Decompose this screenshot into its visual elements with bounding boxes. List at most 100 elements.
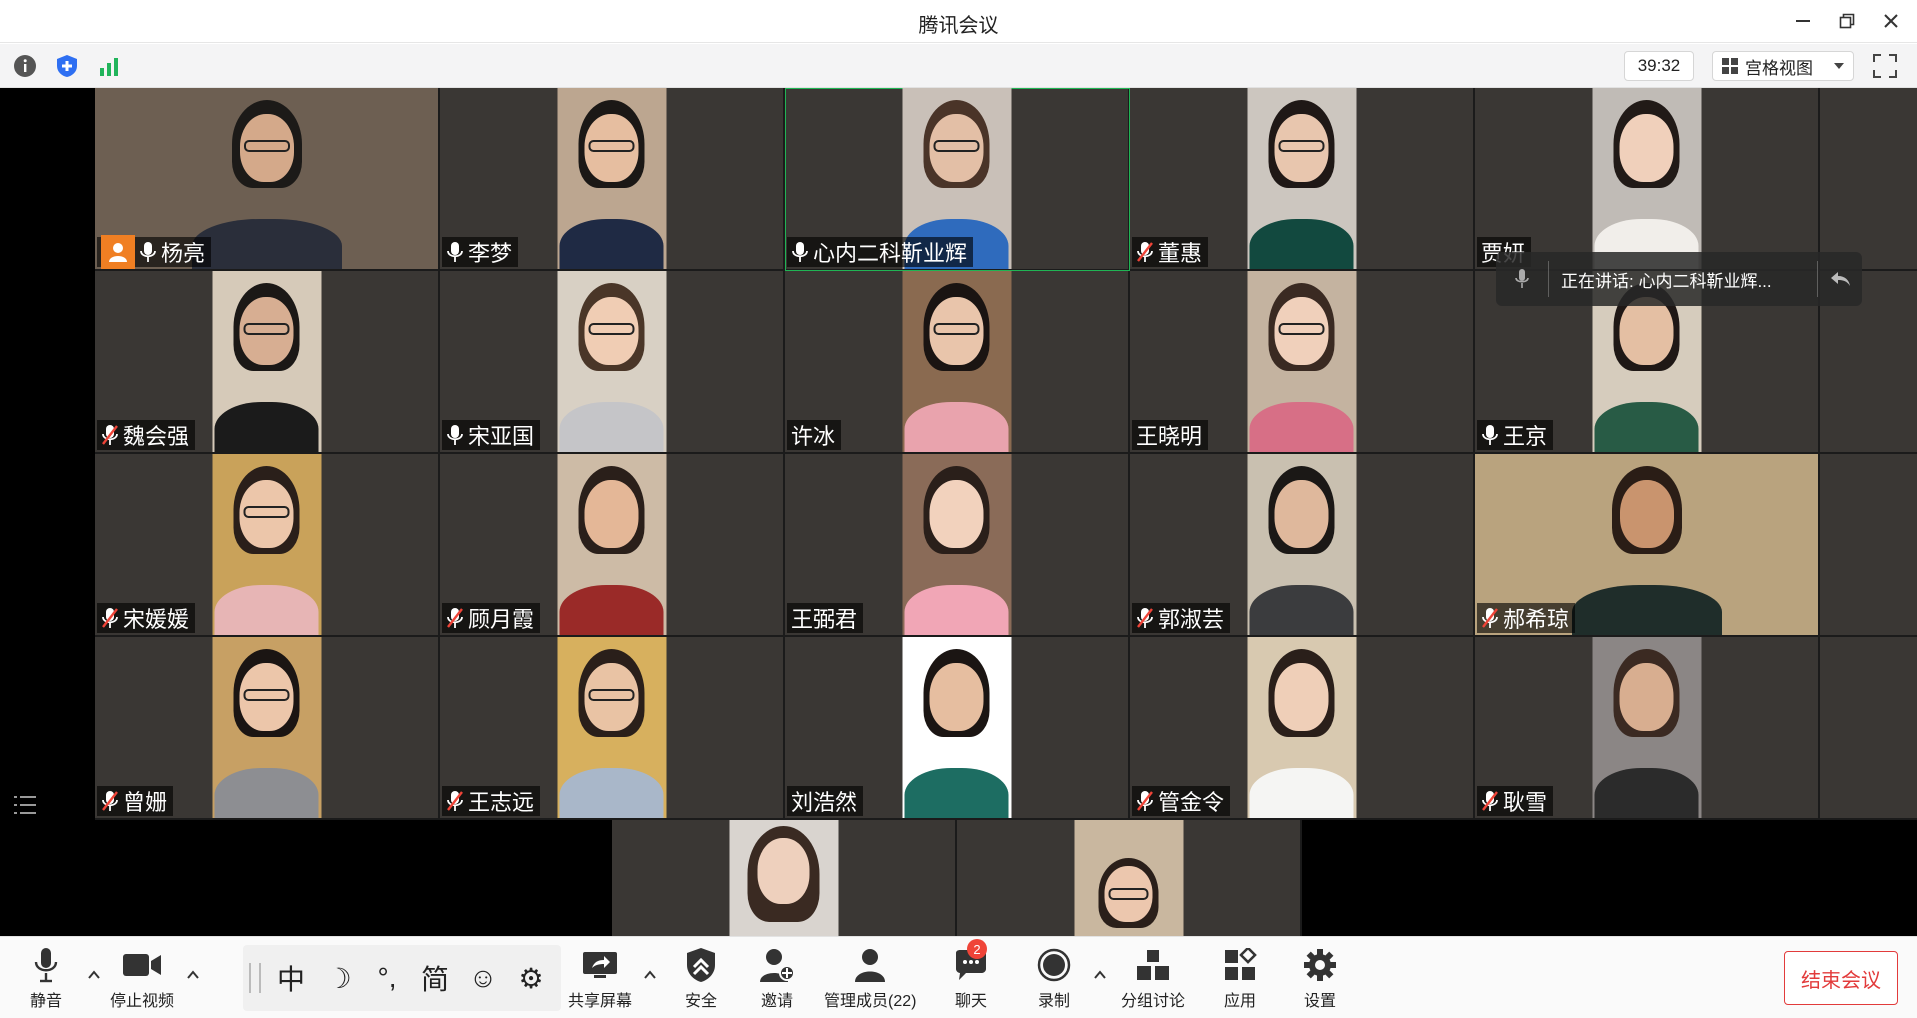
dropdown-arrow-icon bbox=[1834, 63, 1844, 69]
info-button[interactable] bbox=[11, 52, 39, 80]
ime-chinese-key[interactable]: 中 bbox=[267, 958, 315, 998]
participant-video bbox=[212, 454, 321, 635]
network-signal-button[interactable] bbox=[95, 52, 123, 80]
participant-tile[interactable]: 宋媛媛 bbox=[95, 454, 440, 637]
participant-name-tag: 杨亮 bbox=[97, 235, 212, 269]
participant-tile[interactable]: 曾姗 bbox=[95, 637, 440, 820]
participant-tile[interactable]: 郝希琼 bbox=[1475, 454, 1820, 637]
record-label: 录制 bbox=[1037, 993, 1070, 1010]
mic-muted-icon bbox=[102, 791, 118, 811]
chat-button[interactable]: 2 聊天 bbox=[951, 939, 991, 1013]
fullscreen-button[interactable] bbox=[1872, 53, 1898, 79]
microphone-icon bbox=[447, 242, 463, 262]
participant-tile[interactable] bbox=[612, 820, 957, 936]
input-method-bar: 中 ☽ °, 简 ☺ ⚙ bbox=[243, 945, 561, 1011]
participant-tile[interactable]: 董惠 bbox=[1130, 88, 1475, 271]
toast-collapse-button[interactable] bbox=[1818, 270, 1862, 288]
participant-tile[interactable]: 心内二科靳业辉 bbox=[785, 88, 1130, 271]
participant-tile[interactable]: 杨亮 bbox=[95, 88, 440, 271]
mic-muted-icon bbox=[447, 608, 463, 628]
participant-name: 郝希琼 bbox=[1503, 607, 1570, 632]
breakout-rooms-button[interactable]: 分组讨论 bbox=[1121, 947, 1185, 1013]
participant-video bbox=[1247, 454, 1356, 635]
ime-drag-handle[interactable] bbox=[249, 963, 261, 993]
participant-tile[interactable] bbox=[1820, 454, 1917, 637]
participant-tile[interactable] bbox=[1820, 637, 1917, 820]
participant-video bbox=[212, 271, 321, 452]
participant-name-tag: 许冰 bbox=[787, 420, 842, 450]
invite-button[interactable]: 邀请 bbox=[757, 947, 797, 1013]
participant-tile[interactable]: 顾月霞 bbox=[440, 454, 785, 637]
participant-grid: 杨亮 李梦 心内二科靳业辉 董惠 贾妍魏会强 宋亚国 许冰 王晓明 王京宋媛媛 顾月霞 王弼君 郭淑芸… bbox=[95, 88, 1917, 820]
info-icon bbox=[14, 55, 36, 77]
participant-tile[interactable]: 王弼君 bbox=[785, 454, 1130, 637]
camera-icon bbox=[123, 954, 161, 976]
minimize-icon bbox=[1796, 20, 1810, 22]
ime-punct-key[interactable]: °, bbox=[363, 962, 411, 994]
record-button[interactable]: 录制 bbox=[1034, 947, 1074, 1013]
close-button[interactable] bbox=[1874, 6, 1908, 36]
participant-tile[interactable]: 贾妍 bbox=[1475, 88, 1820, 271]
video-options-chevron[interactable] bbox=[185, 967, 201, 983]
share-options-chevron[interactable] bbox=[642, 967, 658, 983]
participant-video bbox=[902, 637, 1011, 818]
participant-tile[interactable]: 王晓明 bbox=[1130, 271, 1475, 454]
view-mode-label: 宫格视图 bbox=[1745, 58, 1813, 78]
participant-name-tag: 心内二科靳业辉 bbox=[787, 237, 974, 267]
share-screen-button[interactable]: 共享屏幕 bbox=[568, 947, 632, 1013]
participant-tile[interactable]: 王志远 bbox=[440, 637, 785, 820]
participant-name: 耿雪 bbox=[1503, 790, 1548, 815]
stop-video-label: 停止视频 bbox=[110, 993, 175, 1010]
participant-tile[interactable]: 郭淑芸 bbox=[1130, 454, 1475, 637]
participant-tile[interactable] bbox=[957, 820, 1302, 936]
apps-button[interactable]: 应用 bbox=[1220, 947, 1260, 1013]
participant-video bbox=[1247, 88, 1356, 269]
microphone-icon bbox=[140, 242, 156, 262]
participant-tile[interactable]: 宋亚国 bbox=[440, 271, 785, 454]
participant-tile[interactable] bbox=[1820, 88, 1917, 271]
minimize-button[interactable] bbox=[1786, 6, 1820, 36]
participant-name: 魏会强 bbox=[123, 424, 190, 449]
add-user-icon bbox=[760, 949, 795, 982]
stop-video-button[interactable]: 停止视频 bbox=[110, 947, 174, 1013]
mute-label: 静音 bbox=[29, 993, 62, 1010]
close-icon bbox=[1884, 14, 1898, 28]
participant-row-extra bbox=[612, 820, 1302, 936]
mic-muted-icon bbox=[1137, 791, 1153, 811]
mic-muted-icon bbox=[1137, 608, 1153, 628]
participant-tile[interactable]: 耿雪 bbox=[1475, 637, 1820, 820]
end-meeting-button[interactable]: 结束会议 bbox=[1784, 951, 1898, 1005]
settings-button[interactable]: 设置 bbox=[1300, 947, 1340, 1013]
participant-tile[interactable]: 魏会强 bbox=[95, 271, 440, 454]
participant-tile[interactable]: 李梦 bbox=[440, 88, 785, 271]
participant-tile[interactable]: 许冰 bbox=[785, 271, 1130, 454]
ime-moon-key[interactable]: ☽ bbox=[315, 962, 363, 995]
participant-name-tag: 王弼君 bbox=[787, 603, 864, 633]
mic-muted-icon bbox=[102, 608, 118, 628]
member-list-toggle[interactable] bbox=[12, 792, 38, 818]
participant-video bbox=[557, 637, 666, 818]
security-button[interactable]: 安全 bbox=[681, 947, 721, 1013]
participant-name-tag: 郝希琼 bbox=[1477, 603, 1576, 633]
shield-icon bbox=[57, 55, 77, 77]
security-shield-button[interactable] bbox=[53, 52, 81, 80]
participant-name-tag: 王晓明 bbox=[1132, 420, 1209, 450]
speaking-indicator: 正在讲话: 心内二科靳业辉... bbox=[1496, 252, 1862, 306]
microphone-icon bbox=[1482, 425, 1498, 445]
participant-name-tag: 宋亚国 bbox=[442, 420, 541, 450]
ime-simplified-key[interactable]: 简 bbox=[411, 958, 459, 998]
share-screen-label: 共享屏幕 bbox=[568, 993, 633, 1010]
ime-emoji-key[interactable]: ☺ bbox=[459, 962, 507, 994]
record-options-chevron[interactable] bbox=[1092, 967, 1108, 983]
meeting-toolbar: 39:32 宫格视图 bbox=[0, 44, 1917, 88]
audio-options-chevron[interactable] bbox=[86, 967, 102, 983]
participant-name-tag: 李梦 bbox=[442, 237, 519, 267]
restore-button[interactable] bbox=[1830, 6, 1864, 36]
manage-members-button[interactable]: 管理成员(22) bbox=[824, 947, 916, 1013]
mute-button[interactable]: 静音 bbox=[26, 947, 66, 1013]
ime-settings-key[interactable]: ⚙ bbox=[507, 962, 555, 995]
participant-tile[interactable]: 刘浩然 bbox=[785, 637, 1130, 820]
participant-tile[interactable]: 管金令 bbox=[1130, 637, 1475, 820]
view-mode-dropdown[interactable]: 宫格视图 bbox=[1712, 51, 1854, 81]
mic-muted-icon bbox=[102, 425, 118, 445]
